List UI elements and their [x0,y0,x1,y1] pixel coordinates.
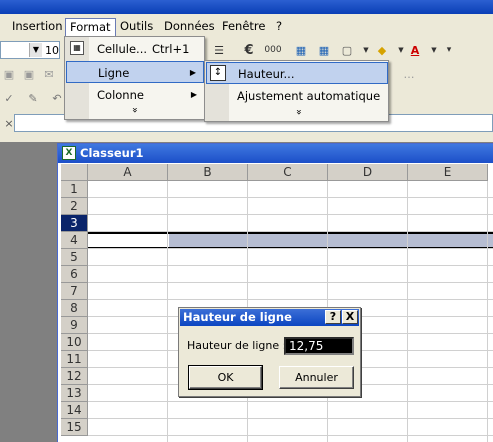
menu-item-ligne[interactable]: Ligne ▶ [66,61,204,83]
column-header[interactable]: C [248,164,328,181]
gridline [407,181,408,442]
gridline [88,197,493,198]
menu-item-shortcut: Ctrl+1 [152,42,190,56]
row-height-label: Hauteur de ligne : [187,339,287,352]
format-cells-icon: ▦ [70,41,84,55]
row-header[interactable]: 14 [61,402,88,419]
column-header[interactable]: B [168,164,248,181]
gridline [88,299,493,300]
row-header[interactable]: 5 [61,249,88,266]
row-header[interactable]: 3 [61,215,88,232]
gridline [88,231,493,232]
workbook-window: X Classeur1 A B C D E 1 2 3 4 5 6 7 8 9 10 11 12 13 14 15 [57,143,493,442]
gridline [88,435,493,436]
row-header[interactable]: 2 [61,198,88,215]
save-icon[interactable]: ▣ [0,65,18,83]
workbook-title: Classeur1 [80,146,144,160]
toolbar-options-icon[interactable]: ▾ [440,41,458,59]
menu-item-cellule[interactable]: ▦ Cellule... Ctrl+1 [66,38,204,60]
menu-item-ajustement-automatique[interactable]: Ajustement automatique [206,85,388,107]
select-all-corner[interactable] [61,164,88,181]
submenu-arrow-icon: ▶ [190,90,197,99]
align-right-icon[interactable]: ☰ [210,41,228,59]
row-header[interactable]: 9 [61,317,88,334]
row-height-dialog: Hauteur de ligne ? X Hauteur de ligne : … [178,307,361,397]
chevron-down-icon[interactable]: ▼ [29,43,42,57]
column-header[interactable]: E [408,164,488,181]
cancel-button[interactable]: Annuler [279,366,354,389]
menu-bar: Insertion Format Outils Données Fenêtre … [0,14,493,38]
help-button[interactable]: ? [325,310,341,324]
ok-button[interactable]: OK [188,365,263,390]
close-button[interactable]: X [342,310,358,324]
format-painter-icon[interactable]: ✎ [24,89,42,107]
expand-menu-icon[interactable]: » [129,105,140,115]
column-header[interactable]: D [328,164,408,181]
dialog-title: Hauteur de ligne [183,310,292,324]
gridline [88,401,493,402]
submenu-arrow-icon: ▶ [189,68,196,77]
spelling-icon[interactable]: ✓ [0,89,18,107]
expand-menu-icon[interactable]: » [293,107,304,117]
menu-item-colonne[interactable]: Colonne ▶ [66,84,204,106]
workbook-title-bar[interactable]: X Classeur1 [58,144,493,163]
menu-item-label: Cellule... [97,42,148,56]
table-icon[interactable]: ▦ [315,41,333,59]
row-header[interactable]: 10 [61,334,88,351]
row-height-input[interactable]: 12,75 [284,337,354,355]
gridline [487,181,488,442]
gridline [167,181,168,442]
font-size-select[interactable]: ▼ 10 [0,41,60,59]
row-header[interactable]: 1 [61,181,88,198]
excel-icon: X [62,146,76,160]
menu-donnees[interactable]: Données [160,18,219,36]
menu-fenetre[interactable]: Fenêtre [218,18,269,36]
row-height-icon: ↕ [210,65,226,81]
row-header[interactable]: 12 [61,368,88,385]
application-title-bar [0,0,493,14]
thousands-format-button[interactable]: 000 [262,41,284,59]
mail-icon[interactable]: ✉ [40,65,58,83]
row-header[interactable]: 15 [61,419,88,436]
menu-item-hauteur[interactable]: ↕ Hauteur... [206,62,388,84]
menu-help[interactable]: ? [272,18,286,36]
row-header[interactable]: 11 [61,351,88,368]
menu-item-label: Ajustement automatique [237,89,381,103]
row-header[interactable]: 6 [61,266,88,283]
borders-icon[interactable]: ▢ [338,41,356,59]
menu-format[interactable]: Format [65,18,116,36]
row-header[interactable]: 8 [61,300,88,317]
format-menu-dropdown: ▦ Cellule... Ctrl+1 Ligne ▶ Colonne ▶ » [64,36,205,120]
dialog-title-bar[interactable]: Hauteur de ligne ? X [180,309,359,326]
menu-insertion[interactable]: Insertion [8,18,67,36]
gridline [88,265,493,266]
gridline [88,418,493,419]
gridline [88,248,493,249]
menu-item-label: Colonne [97,88,144,102]
gridline [88,214,493,215]
spreadsheet-grid[interactable]: A B C D E 1 2 3 4 5 6 7 8 9 10 11 12 13 14 15 [61,164,493,442]
euro-icon[interactable]: € [240,41,258,59]
fill-color-icon[interactable]: ◆ [373,41,391,59]
active-cell[interactable] [88,232,169,249]
menu-outils[interactable]: Outils [116,18,157,36]
font-size-value: 10 [45,44,59,57]
ligne-submenu: ↕ Hauteur... Ajustement automatique » [204,60,389,122]
gridline [88,282,493,283]
indent-icon[interactable]: ▦ [292,41,310,59]
menu-item-label: Ligne [98,66,130,80]
row-header[interactable]: 13 [61,385,88,402]
font-color-icon[interactable]: A [406,41,424,59]
more-icon[interactable]: … [400,65,418,83]
permission-icon[interactable]: ▣ [20,65,38,83]
column-header[interactable]: A [88,164,168,181]
row-header[interactable]: 4 [61,232,88,249]
row-header[interactable]: 7 [61,283,88,300]
menu-item-label: Hauteur... [238,67,295,81]
